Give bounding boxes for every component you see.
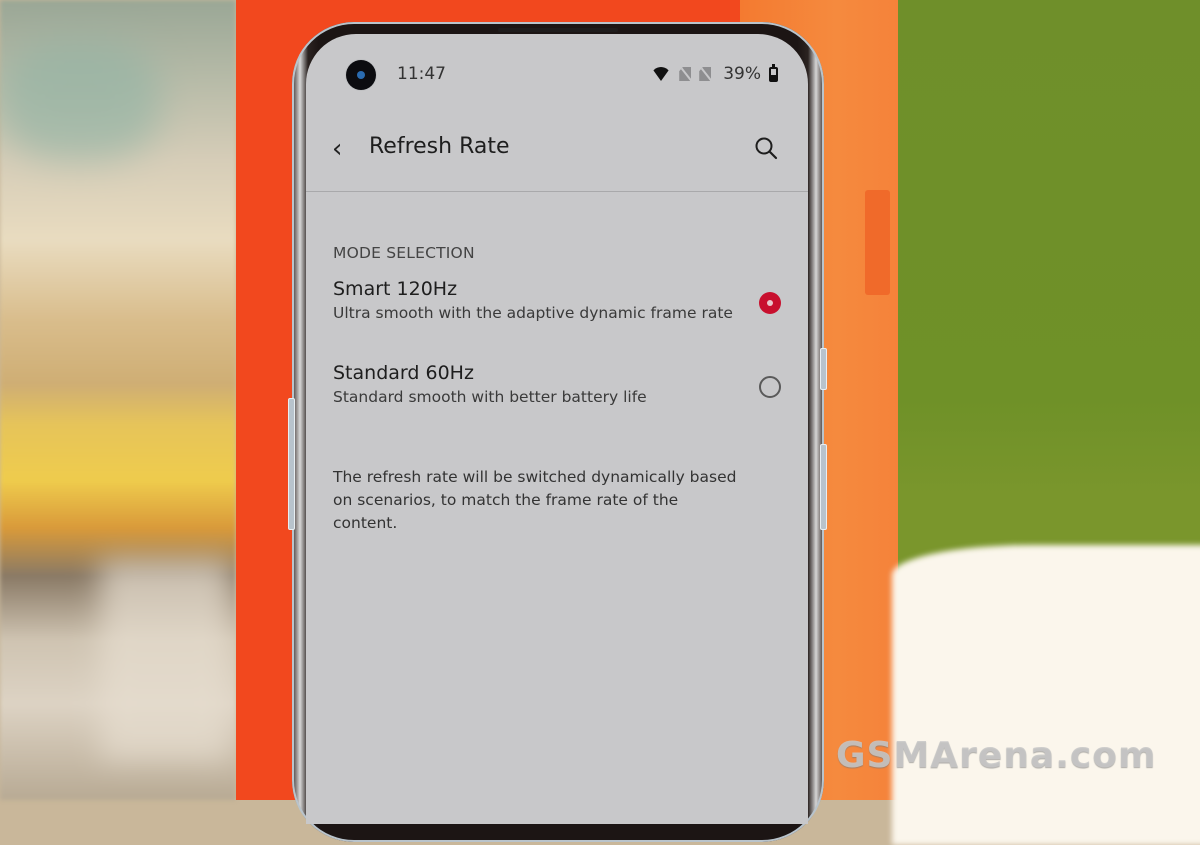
wifi-icon	[651, 67, 672, 81]
option-standard-60hz[interactable]: Standard 60Hz Standard smooth with bette…	[333, 362, 781, 422]
search-icon	[755, 137, 778, 160]
background-blurred-scene	[0, 0, 236, 800]
app-toolbar: ‹ Refresh Rate	[306, 124, 808, 184]
battery-icon	[769, 63, 778, 82]
background-notch	[865, 190, 890, 295]
section-header: MODE SELECTION	[333, 244, 475, 262]
radio-unselected[interactable]	[759, 376, 781, 398]
option-description: Ultra smooth with the adaptive dynamic f…	[333, 304, 733, 322]
battery-percent: 39%	[723, 64, 761, 84]
settings-content: MODE SELECTION Smart 120Hz Ultra smooth …	[333, 244, 781, 532]
status-icons: 39%	[651, 63, 778, 84]
status-bar: 11:47 39%	[306, 34, 808, 94]
search-button[interactable]	[754, 136, 778, 160]
status-time: 11:47	[397, 64, 446, 84]
option-title: Standard 60Hz	[333, 362, 474, 384]
option-smart-120hz[interactable]: Smart 120Hz Ultra smooth with the adapti…	[333, 278, 781, 338]
back-button[interactable]: ‹	[332, 134, 356, 164]
phone-side-button-right-bottom	[820, 444, 827, 530]
background-white-surface	[892, 545, 1200, 845]
no-sim-icon	[679, 67, 692, 81]
toolbar-divider	[306, 191, 808, 192]
phone-side-button-left	[288, 398, 295, 530]
option-title: Smart 120Hz	[333, 278, 458, 300]
background-shade	[100, 560, 230, 760]
phone-earpiece	[498, 28, 618, 32]
chevron-left-icon: ‹	[332, 134, 343, 164]
watermark-logo: GSMArena.com	[836, 735, 1157, 776]
option-description: Standard smooth with better battery life	[333, 388, 647, 406]
background-blob	[0, 40, 160, 160]
footnote-text: The refresh rate will be switched dynami…	[333, 468, 737, 532]
radio-selected[interactable]	[759, 292, 781, 314]
no-sim-icon	[699, 67, 712, 81]
camera-lens	[357, 71, 365, 79]
page-title: Refresh Rate	[369, 134, 510, 159]
phone-side-button-right-top	[820, 348, 827, 390]
phone-screen: 11:47 39% ‹ Refresh Rate MODE SELECTION …	[306, 34, 808, 824]
front-camera-icon	[346, 60, 376, 90]
